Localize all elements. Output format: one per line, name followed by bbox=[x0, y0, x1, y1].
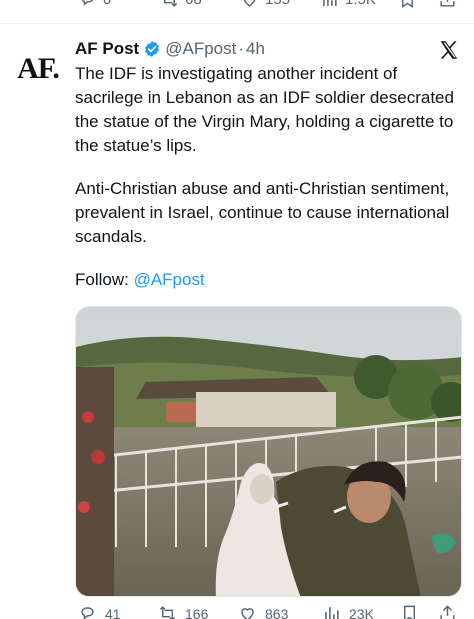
x-logo-icon bbox=[440, 41, 458, 59]
share-button[interactable] bbox=[438, 604, 457, 619]
heart-icon bbox=[241, 608, 254, 619]
reply-button[interactable]: 0 bbox=[78, 0, 111, 9]
repost-icon bbox=[159, 606, 176, 619]
share-icon bbox=[440, 605, 455, 619]
views-button[interactable]: 1.5K bbox=[320, 0, 376, 9]
like-count: 863 bbox=[265, 605, 289, 619]
views-count: 1.5K bbox=[345, 0, 376, 8]
reply-count: 0 bbox=[103, 0, 111, 8]
repost-button[interactable]: 68 bbox=[160, 0, 202, 9]
follow-label: Follow: bbox=[75, 270, 134, 289]
timestamp[interactable]: 4h bbox=[246, 39, 265, 59]
like-count: 155 bbox=[265, 0, 290, 8]
share-button[interactable] bbox=[438, 0, 457, 9]
tweet-header: AF Post @AFpost · 4h bbox=[75, 38, 265, 60]
tweet-action-bar: 41 166 863 23K bbox=[0, 604, 474, 619]
verified-badge-icon bbox=[145, 41, 160, 57]
reply-icon bbox=[81, 607, 94, 619]
divider bbox=[0, 23, 474, 24]
bookmark-icon bbox=[402, 0, 413, 8]
photo-illustration bbox=[76, 307, 461, 596]
author-name[interactable]: AF Post bbox=[75, 39, 139, 59]
reply-count: 41 bbox=[105, 605, 121, 619]
bookmark-button[interactable] bbox=[400, 604, 419, 619]
views-icon bbox=[325, 607, 339, 619]
views-icon bbox=[323, 0, 337, 6]
tweet-paragraph: The IDF is investigating another inciden… bbox=[75, 64, 454, 155]
heart-icon bbox=[243, 0, 256, 7]
avatar-logo-text: AF. bbox=[17, 52, 60, 85]
bookmark-icon bbox=[404, 605, 415, 619]
tweet-paragraph: Anti-Christian abuse and anti-Christian … bbox=[75, 179, 450, 246]
views-button[interactable]: 23K bbox=[322, 604, 374, 619]
reply-icon bbox=[81, 0, 94, 6]
reply-button[interactable]: 41 bbox=[78, 604, 121, 619]
avatar[interactable]: AF. bbox=[8, 44, 68, 94]
bookmark-button[interactable] bbox=[398, 0, 417, 9]
author-handle[interactable]: @AFpost bbox=[165, 39, 236, 59]
repost-count: 166 bbox=[185, 605, 209, 619]
tweet-text: The IDF is investigating another inciden… bbox=[75, 62, 465, 292]
tweet-photo[interactable] bbox=[75, 306, 462, 597]
repost-icon bbox=[164, 0, 178, 7]
repost-button[interactable]: 166 bbox=[158, 604, 208, 619]
views-count: 23K bbox=[349, 605, 374, 619]
like-button[interactable]: 155 bbox=[240, 0, 290, 9]
like-button[interactable]: 863 bbox=[238, 604, 288, 619]
previous-tweet-action-bar: 0 68 155 1.5K bbox=[0, 0, 474, 12]
repost-count: 68 bbox=[185, 0, 202, 8]
separator-dot: · bbox=[238, 39, 245, 58]
follow-line: Follow: @AFpost bbox=[75, 268, 465, 292]
follow-handle-link[interactable]: @AFpost bbox=[134, 270, 205, 289]
share-icon bbox=[440, 0, 455, 7]
